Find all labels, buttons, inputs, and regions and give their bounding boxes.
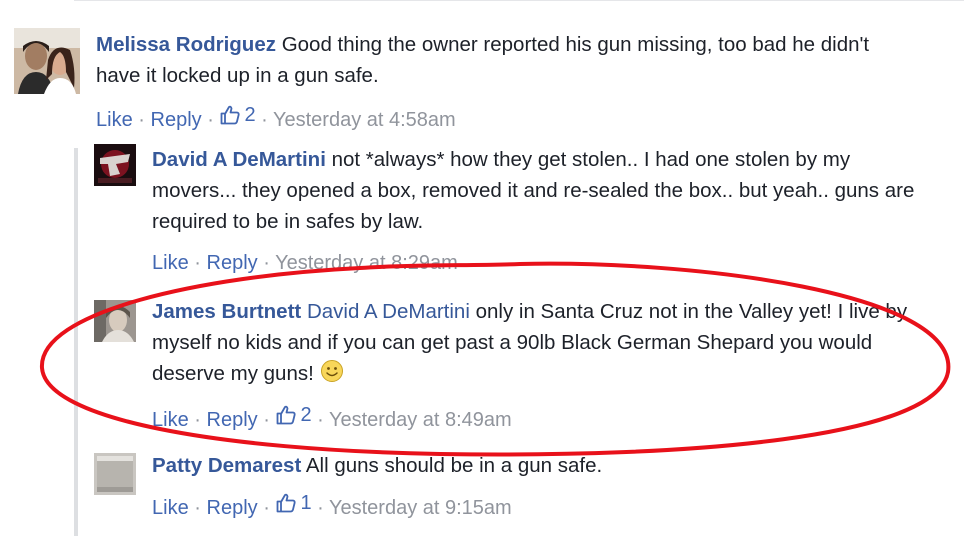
like-button[interactable]: Like [152,409,189,431]
separator-dot: · [194,497,201,519]
separator-dot: · [138,109,145,131]
separator-dot: · [317,497,324,519]
like-count-value: 2 [300,404,312,426]
timestamp[interactable]: Yesterday at 8:29am [275,252,458,274]
separator-dot: · [207,109,214,131]
comment-body: James Burtnett David A DeMartini only in… [152,296,932,389]
comment-actions: Like · Reply · 2 · Yesterday at 4:58am [96,101,456,134]
comment-body: Melissa Rodriguez Good thing the owner r… [96,29,916,91]
like-count[interactable]: 1 [275,489,312,517]
like-button[interactable]: Like [152,252,189,274]
author-name[interactable]: Patty Demarest [152,454,301,477]
like-count[interactable]: 2 [219,101,256,129]
timestamp[interactable]: Yesterday at 4:58am [273,109,456,131]
mention-link[interactable]: David A DeMartini [307,300,470,323]
author-name[interactable]: James Burtnett [152,300,301,323]
comment-body: David A DeMartini not *always* how they … [152,144,932,237]
like-count-value: 2 [244,104,256,126]
author-name[interactable]: David A DeMartini [152,148,326,171]
like-count[interactable]: 2 [275,401,312,429]
thumbs-up-icon [277,493,296,513]
reply-button[interactable]: Reply [151,109,202,131]
smiley-face-icon [320,360,343,382]
comment-body: Patty Demarest All guns should be in a g… [152,450,932,481]
comment-actions: Like · Reply · 1 · Yesterday at 9:15am [152,489,512,522]
separator-dot: · [194,409,201,431]
comment-actions: Like · Reply · Yesterday at 8:29am [152,249,458,277]
reply-button[interactable]: Reply [207,497,258,519]
timestamp[interactable]: Yesterday at 8:49am [329,409,512,431]
like-count-value: 1 [300,492,312,514]
avatar[interactable] [14,28,80,94]
top-divider [74,0,964,1]
like-button[interactable]: Like [152,497,189,519]
avatar[interactable] [94,300,136,342]
reply-thread-line [74,148,78,536]
reply-button[interactable]: Reply [207,409,258,431]
separator-dot: · [263,409,270,431]
author-name[interactable]: Melissa Rodriguez [96,33,276,56]
thumbs-up-icon [277,405,296,425]
timestamp[interactable]: Yesterday at 9:15am [329,497,512,519]
like-button[interactable]: Like [96,109,133,131]
separator-dot: · [263,497,270,519]
separator-dot: · [317,409,324,431]
separator-dot: · [194,252,201,274]
separator-dot: · [263,252,270,274]
thumbs-up-icon [221,105,240,125]
avatar[interactable] [94,144,136,186]
avatar[interactable] [94,453,136,495]
reply-button[interactable]: Reply [207,252,258,274]
separator-dot: · [261,109,268,131]
comment-actions: Like · Reply · 2 · Yesterday at 8:49am [152,401,512,434]
comment-text: All guns should be in a gun safe. [305,454,603,477]
